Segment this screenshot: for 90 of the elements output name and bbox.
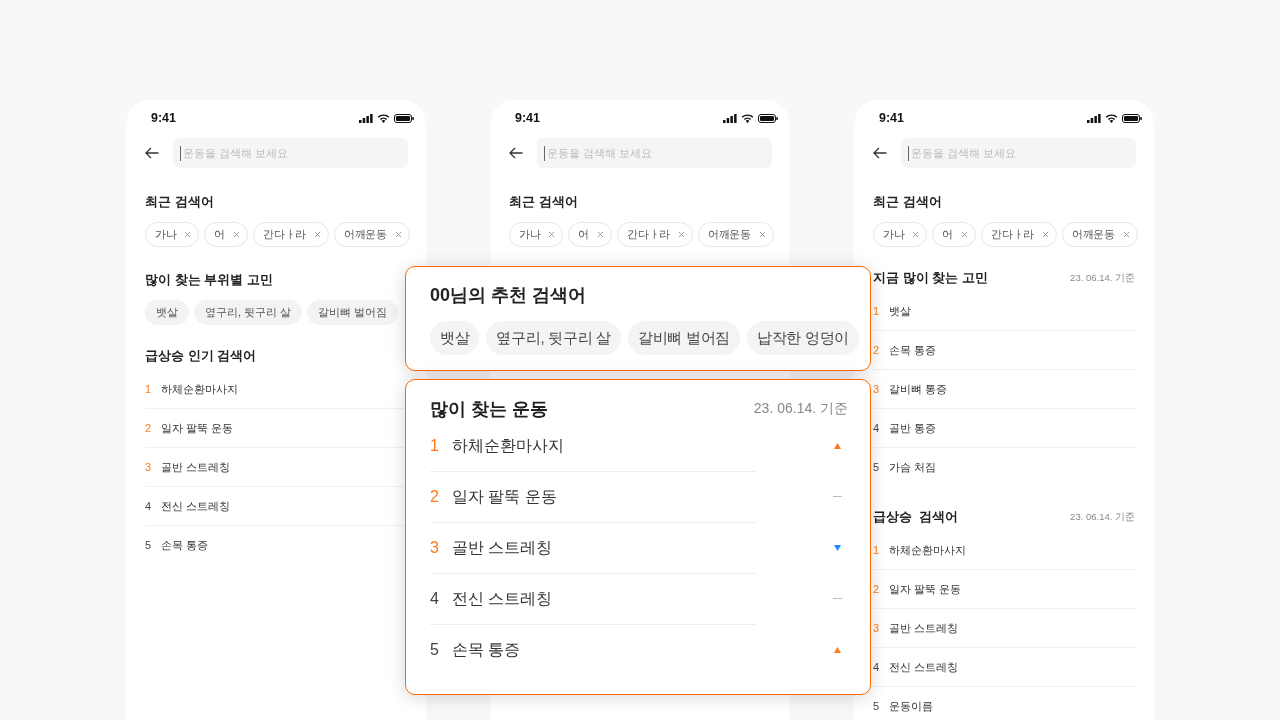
ranking-item[interactable]: 1 하체순환마사지	[430, 421, 848, 471]
keyword-chip[interactable]: 갈비뼈 벌어짐	[307, 300, 399, 325]
item-label: 하체순환마사지	[452, 435, 565, 456]
rank-number: 5	[145, 539, 153, 551]
rank-number: 3	[873, 383, 881, 395]
rank-number: 4	[430, 590, 440, 608]
rank-number: 2	[873, 583, 881, 595]
ranking-item[interactable]: 3 갈비뼈 통증	[873, 370, 1136, 409]
section-title: 많이 찾는 부위별 고민	[145, 271, 274, 287]
rank-number: 2	[430, 488, 440, 506]
date-label: 23. 06.14. 기준	[753, 400, 848, 418]
ranking-item[interactable]: 5 손목 통증	[145, 526, 408, 564]
rank-number: 4	[873, 661, 881, 673]
recent-search-chip[interactable]: 어	[568, 222, 613, 247]
item-label: 일자 팔뚝 운동	[452, 486, 558, 507]
rank-number: 4	[145, 500, 153, 512]
keyword-chip[interactable]: 옆구리, 뒷구리 살	[194, 300, 303, 325]
recent-search-chip[interactable]: 어	[932, 222, 977, 247]
rank-number: 3	[873, 622, 881, 634]
section-title: 급상승 검색어	[873, 508, 959, 526]
item-label: 하체순환마사지	[889, 542, 966, 558]
item-label: 전신 스트레칭	[161, 498, 231, 514]
section-title: 최근 검색어	[145, 193, 215, 209]
date-label: 23. 06.14. 기준	[1070, 510, 1135, 524]
item-label: 손목 통증	[452, 639, 522, 660]
recent-search-chip[interactable]: 간다ㅏ라	[617, 222, 693, 247]
section-title: 최근 검색어	[509, 193, 579, 209]
date-label: 23. 06.14. 기준	[1070, 271, 1135, 285]
rank-number: 5	[873, 461, 881, 473]
keyword-chip[interactable]: 옆구리, 뒷구리 살	[486, 321, 621, 355]
recent-search-chip[interactable]: 가나	[145, 222, 200, 247]
ranking-item[interactable]: 4 골반 통증	[873, 409, 1136, 448]
item-label: 일자 팔뚝 운동	[161, 420, 234, 436]
rank-number: 3	[145, 461, 153, 473]
ranking-item[interactable]: 5 손목 통증	[430, 625, 848, 675]
ranking-item[interactable]: 4 전신 스트레칭	[430, 574, 848, 624]
ranking-item[interactable]: 3 골반 스트레칭	[873, 609, 1136, 648]
item-label: 하체순환마사지	[161, 381, 238, 397]
ranking-item[interactable]: 4 전신 스트레칭	[873, 648, 1136, 687]
item-label: 골반 스트레칭	[161, 459, 231, 475]
recent-search-chip[interactable]: 어	[204, 222, 249, 247]
rank-number: 5	[873, 700, 881, 712]
ranking-item[interactable]: 5 운동이름	[873, 687, 1136, 720]
item-label: 손목 통증	[161, 537, 209, 553]
item-label: 뱃살	[889, 303, 911, 319]
ranking-item[interactable]: 2 손목 통증	[873, 331, 1136, 370]
recent-search-chip[interactable]: 어깨운동	[1061, 222, 1138, 247]
ranking-item[interactable]: 2 일자 팔뚝 운동	[430, 472, 848, 522]
recent-search-chip[interactable]: 어깨운동	[333, 222, 410, 247]
section-title: 지금 많이 찾는 고민	[873, 269, 988, 287]
status-time: 9:41	[879, 111, 905, 125]
item-label: 골반 스트레칭	[452, 537, 554, 558]
rank-number: 2	[145, 422, 153, 434]
ranking-item[interactable]: 1 뱃살	[873, 292, 1136, 331]
section-title: 급상승 인기 검색어	[145, 347, 257, 365]
keyword-chip[interactable]: 뱃살	[430, 321, 480, 355]
section-title: 최근 검색어	[873, 193, 943, 209]
ranking-item[interactable]: 3 골반 스트레칭	[430, 523, 848, 573]
item-label: 손목 통증	[889, 342, 937, 358]
status-time: 9:41	[515, 111, 541, 125]
item-label: 전신 스트레칭	[452, 588, 554, 609]
recent-search-chip[interactable]: 간다ㅏ라	[253, 222, 329, 247]
rank-number: 3	[430, 539, 440, 557]
keyword-chip[interactable]: 납작한 엉덩이	[747, 321, 860, 355]
rank-number: 4	[873, 422, 881, 434]
item-label: 가슴 처짐	[889, 459, 937, 475]
rank-number: 5	[430, 641, 440, 659]
keyword-chip[interactable]: 갈비뼈 벌어짐	[627, 321, 740, 355]
rank-number: 2	[873, 344, 881, 356]
ranking-item[interactable]: 2 일자 팔뚝 운동	[873, 570, 1136, 609]
rank-number: 1	[873, 544, 881, 556]
recent-search-chip[interactable]: 간다ㅏ라	[981, 222, 1057, 247]
item-label: 일자 팔뚝 운동	[889, 581, 962, 597]
item-label: 골반 스트레칭	[889, 620, 959, 636]
ranking-item[interactable]: 5 가슴 처짐	[873, 448, 1136, 486]
rank-number: 1	[145, 383, 153, 395]
ranking-item[interactable]: 1 하체순환마사지	[873, 531, 1136, 570]
rank-number: 1	[873, 305, 881, 317]
recent-search-chip[interactable]: 가나	[509, 222, 564, 247]
recent-search-chip[interactable]: 가나	[873, 222, 928, 247]
item-label: 전신 스트레칭	[889, 659, 959, 675]
status-time: 9:41	[151, 111, 177, 125]
card-title: 00님의 추천 검색어	[430, 284, 588, 307]
item-label: 운동이름	[889, 698, 933, 714]
recent-search-chip[interactable]: 어깨운동	[697, 222, 774, 247]
rank-number: 1	[430, 437, 440, 455]
keyword-chip[interactable]: 뱃살	[145, 300, 189, 325]
item-label: 갈비뼈 통증	[889, 381, 948, 397]
card-title: 많이 찾는 운동	[430, 398, 548, 421]
item-label: 골반 통증	[889, 420, 937, 436]
